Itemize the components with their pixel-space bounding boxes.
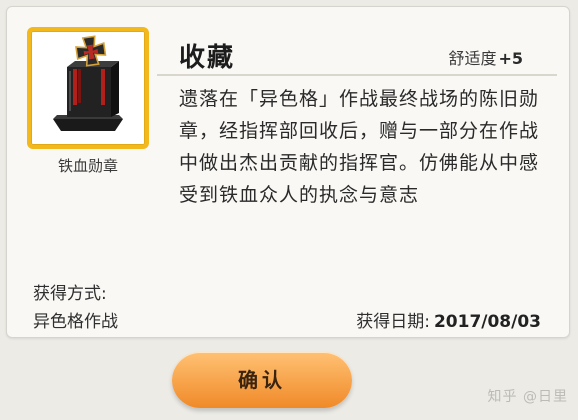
- item-detail-card: 铁血勋章 收藏 舒适度 +5 遗落在「异色格」作战最终战场的陈旧勋章，经指挥部回收…: [6, 6, 570, 338]
- confirm-button[interactable]: 确认: [172, 352, 352, 408]
- comfort-stat: 舒适度 +5: [448, 45, 523, 69]
- watermark: 知乎 @日里: [487, 389, 568, 405]
- obtain-date: 获得日期: 2017/08/03: [356, 307, 541, 332]
- item-description: 遗落在「异色格」作战最终战场的陈旧勋章，经指挥部回收后，赠与一部分在作战中做出杰…: [179, 88, 540, 206]
- comfort-label: 舒适度: [448, 49, 497, 68]
- page-title: 收藏: [179, 43, 236, 73]
- iron-blood-medal-icon: [53, 35, 123, 131]
- collection-item-dialog: 铁血勋章 收藏 舒适度 +5 遗落在「异色格」作战最终战场的陈旧勋章，经指挥部回收…: [0, 0, 578, 420]
- title-divider: [157, 74, 557, 76]
- item-name: 铁血勋章: [57, 157, 118, 175]
- obtain-method-label: 获得方式:: [33, 284, 107, 304]
- comfort-value: +5: [498, 49, 523, 68]
- item-icon-frame: [27, 27, 149, 149]
- obtain-method-value: 异色格作战: [33, 312, 118, 332]
- obtain-date-value: 2017/08/03: [433, 312, 541, 332]
- obtain-date-label: 获得日期:: [356, 312, 430, 332]
